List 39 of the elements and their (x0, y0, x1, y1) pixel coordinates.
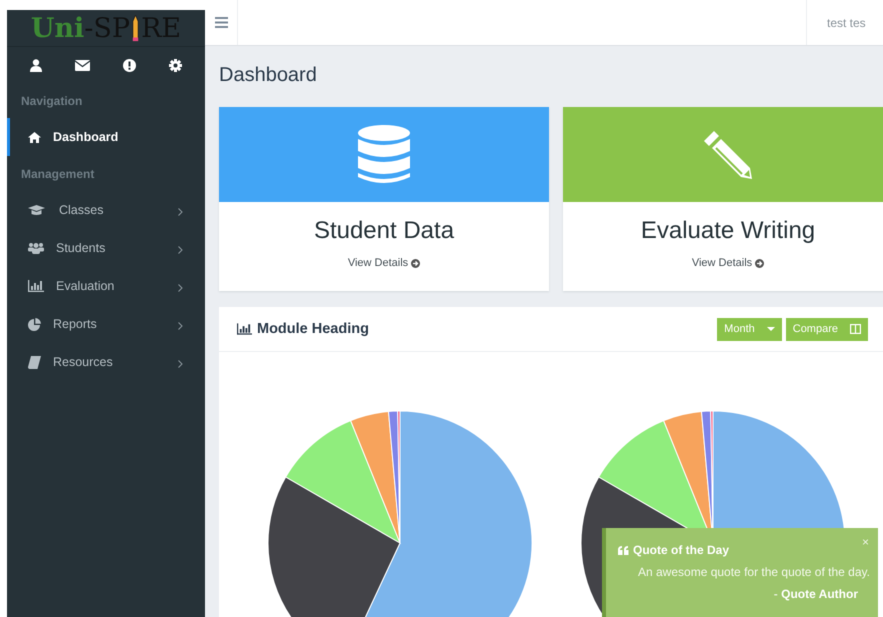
bar-chart-icon (237, 323, 252, 335)
quote-icon (618, 546, 629, 554)
home-icon (28, 132, 41, 142)
view-details-link[interactable]: View Details (692, 257, 764, 269)
card-title: Student Data (314, 217, 454, 245)
book-icon (28, 356, 41, 368)
panel-title: Module Heading (257, 321, 369, 337)
caret-icon (766, 327, 775, 331)
dashboard-card[interactable]: Student Data View Details (219, 107, 549, 291)
quote-text: An awesome quote for the quote of the day. (638, 565, 871, 579)
section-heading: Management (20, 166, 96, 183)
section-heading: Navigation (20, 93, 84, 110)
arrow-circle-icon (755, 258, 764, 268)
pencil-icon (702, 128, 754, 180)
quote-author: - Quote Author (774, 587, 858, 601)
database-icon (358, 124, 410, 184)
sidebar-item[interactable]: Evaluation (7, 267, 205, 305)
notification-title: Quote of the Day (633, 543, 730, 557)
envelope-icon[interactable] (74, 60, 90, 70)
dashboard-card[interactable]: Evaluate Writing View Details (563, 107, 883, 291)
columns-icon (850, 324, 861, 334)
pencil-icon (131, 14, 140, 42)
bar-chart-icon (28, 280, 44, 292)
sidebar-item[interactable]: Classes (7, 191, 205, 229)
pie-chart-icon (28, 318, 41, 330)
user-icon[interactable] (30, 58, 42, 72)
menu-icon[interactable] (214, 17, 228, 28)
users-icon (28, 242, 44, 254)
graduation-cap-icon (28, 204, 45, 216)
alert-icon[interactable] (123, 58, 136, 72)
view-details-link[interactable]: View Details (348, 257, 420, 269)
card-title: Evaluate Writing (640, 217, 816, 245)
sidebar-item[interactable]: Resources (7, 343, 205, 381)
page-title: Dashboard (219, 64, 318, 87)
sidebar-item[interactable]: Reports (7, 305, 205, 343)
sidebar-item[interactable]: Students (7, 229, 205, 267)
settings-icon[interactable] (169, 58, 182, 72)
logo-text: Uni (30, 12, 84, 44)
arrow-circle-icon (411, 258, 420, 268)
